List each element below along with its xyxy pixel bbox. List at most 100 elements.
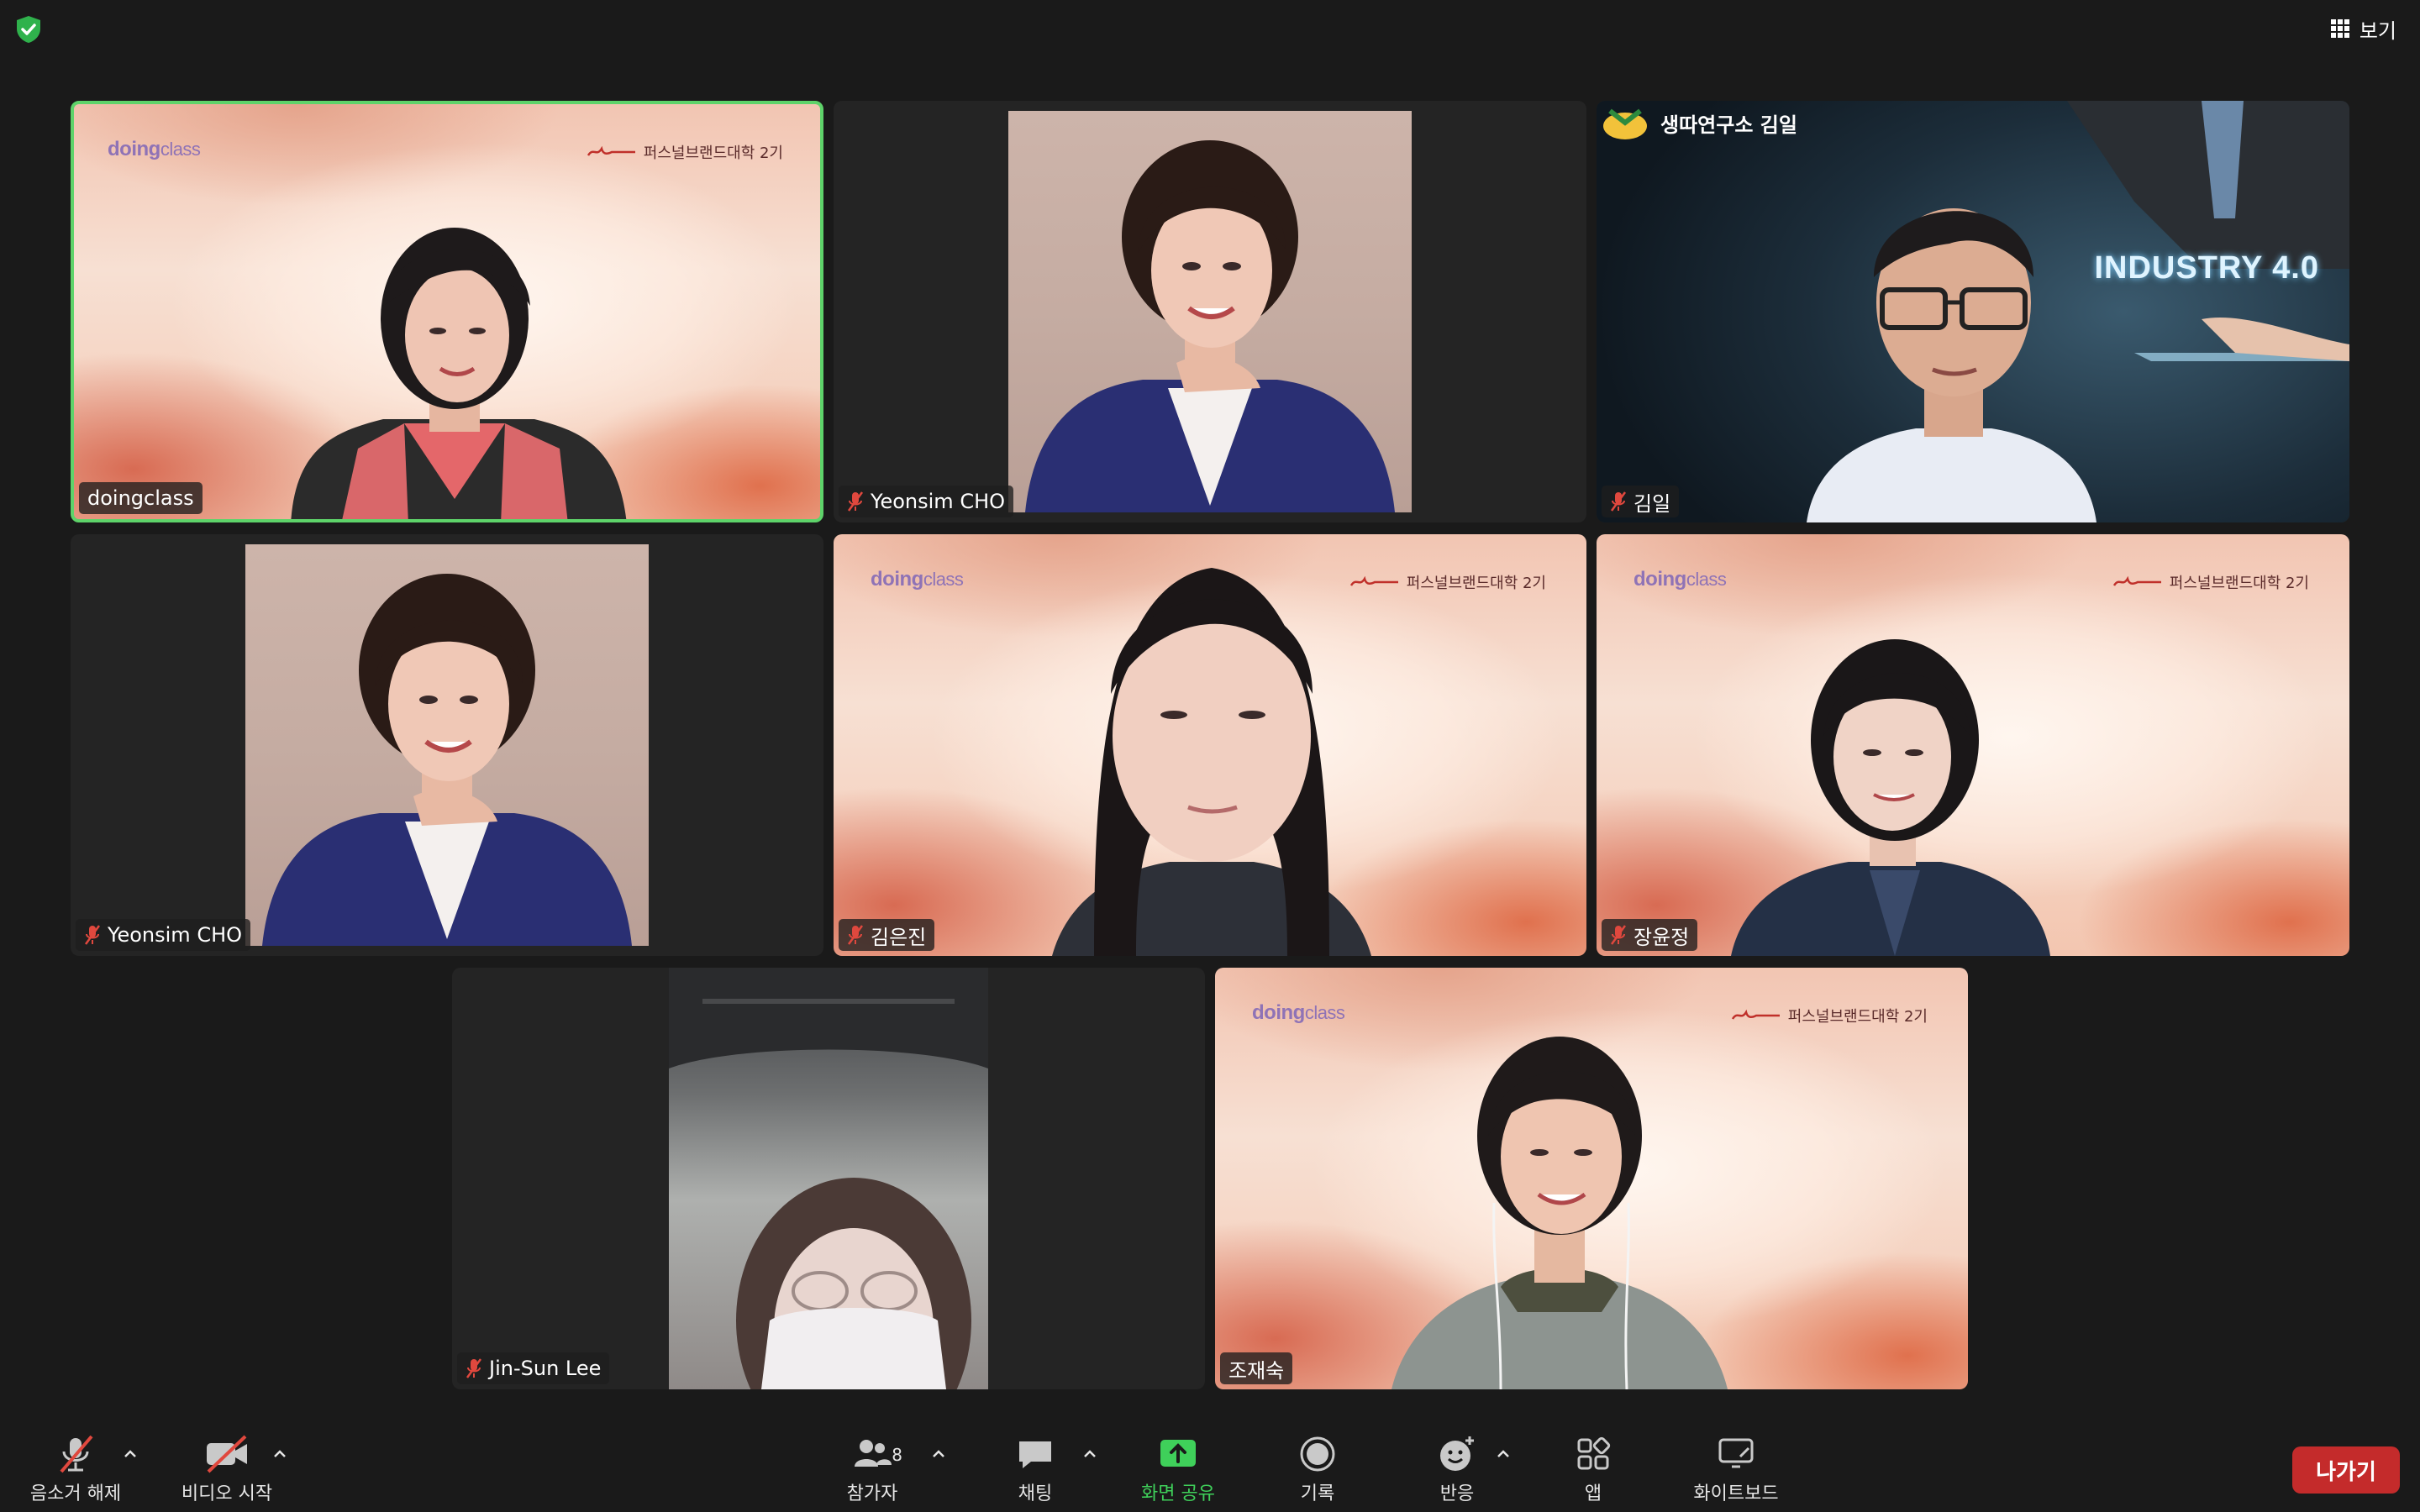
top-bar: 보기 — [0, 0, 2420, 59]
brand-text: doing — [108, 138, 160, 160]
record-button[interactable]: 기록 — [1259, 1433, 1376, 1505]
participant-photo-woman — [1025, 140, 1395, 512]
participant-name-tag: Jin-Sun Lee — [457, 1352, 610, 1384]
muted-mic-icon — [1610, 925, 1627, 945]
audio-options-chevron-icon[interactable] — [121, 1445, 139, 1463]
video-tile-jin-sun-lee[interactable]: Jin-Sun Lee — [452, 968, 1205, 1389]
share-screen-label: 화면 공유 — [1141, 1483, 1215, 1504]
muted-mic-icon — [466, 1358, 482, 1378]
brand-text-thin: class — [160, 139, 201, 160]
participant-name-tag: 장윤정 — [1602, 919, 1698, 951]
share-screen-icon — [1160, 1440, 1196, 1467]
chat-options-chevron-icon[interactable] — [1081, 1445, 1099, 1463]
mic-off-icon — [60, 1435, 93, 1473]
video-tile-kim-il[interactable]: 생따연구소 김일 INDUSTRY 4.0 김일 — [1597, 101, 2349, 522]
brand-text: doing — [1634, 568, 1686, 591]
program-mark-icon — [587, 145, 635, 156]
reactions-options-chevron-icon[interactable] — [1494, 1445, 1512, 1463]
video-tile-yeonsim-cho[interactable]: Yeonsim CHO — [834, 101, 1586, 522]
participant-name: Yeonsim CHO — [871, 490, 1006, 513]
brand-text: doing — [871, 568, 923, 591]
security-shield-icon[interactable] — [15, 15, 42, 44]
unmute-label: 음소거 해제 — [29, 1483, 122, 1504]
muted-mic-icon — [847, 925, 864, 945]
muted-mic-icon — [847, 491, 864, 512]
participant-video-woman — [1392, 1037, 1728, 1389]
program-label: 퍼스널브랜드대학 2기 — [587, 141, 783, 163]
view-label: 보기 — [2359, 18, 2396, 43]
industry-banner: INDUSTRY 4.0 — [2094, 250, 2319, 286]
program-text: 퍼스널브랜드대학 2기 — [1406, 575, 1546, 592]
participant-name-tag: Yeonsim CHO — [76, 919, 251, 951]
whiteboard-label: 화이트보드 — [1693, 1483, 1779, 1504]
brand-text: doing — [1252, 1001, 1305, 1024]
program-text: 퍼스널브랜드대학 2기 — [1787, 1008, 1928, 1026]
whiteboard-button[interactable]: 화이트보드 — [1677, 1433, 1795, 1505]
video-tile-kim-eunjin[interactable]: doingclass 퍼스널브랜드대학 2기 김은진 — [834, 534, 1586, 956]
chat-label: 채팅 — [1018, 1483, 1053, 1504]
reactions-smiley-icon — [1440, 1436, 1474, 1471]
participant-video-woman-masked — [669, 968, 988, 1389]
start-video-button[interactable]: 비디오 시작 — [168, 1433, 286, 1505]
reactions-label: 반응 — [1439, 1483, 1475, 1504]
participants-count: 8 — [892, 1445, 902, 1465]
program-label: 퍼스널브랜드대학 2기 — [2112, 571, 2309, 593]
lab-logo: 생따연구소 김일 — [1600, 102, 1797, 143]
program-text: 퍼스널브랜드대학 2기 — [2169, 575, 2309, 592]
brand-text-thin: class — [923, 569, 964, 590]
video-off-icon — [207, 1435, 247, 1473]
participant-video-woman — [1052, 568, 1371, 956]
reactions-button[interactable]: 반응 — [1398, 1433, 1516, 1505]
chat-button[interactable]: 채팅 — [976, 1433, 1094, 1505]
program-mark-icon — [2112, 575, 2161, 586]
profile-photo — [245, 544, 649, 946]
participant-photo-woman — [262, 574, 632, 946]
video-options-chevron-icon[interactable] — [271, 1445, 289, 1463]
participant-name-tag: 조재숙 — [1220, 1352, 1293, 1384]
program-text: 퍼스널브랜드대학 2기 — [643, 144, 783, 162]
participant-video-man — [1807, 208, 2096, 522]
video-tile-cho-jaesook[interactable]: doingclass 퍼스널브랜드대학 2기 조재숙 — [1215, 968, 1968, 1389]
participant-name: 김일 — [1634, 491, 1671, 516]
grid-view-icon — [2330, 19, 2349, 38]
participants-label: 참가자 — [846, 1483, 898, 1504]
participant-name: doingclass — [87, 486, 194, 510]
muted-mic-icon — [84, 925, 101, 945]
brand-text-thin: class — [1304, 1002, 1345, 1023]
participant-name: Jin-Sun Lee — [489, 1357, 602, 1380]
doingclass-logo: doingclass — [1252, 1001, 1345, 1025]
participant-name-tag: 김일 — [1602, 486, 1680, 517]
apps-button[interactable]: 앱 — [1534, 1433, 1652, 1505]
participant-video-woman — [1731, 639, 2050, 956]
lab-logo-icon — [1603, 108, 1647, 139]
meeting-toolbar: 음소거 해제 비디오 시작 8 참가자 채팅 화면 공유 기록 반응 앱 화이트… — [0, 1423, 2420, 1512]
participants-button[interactable]: 8 참가자 — [813, 1433, 931, 1505]
participant-name-tag: Yeonsim CHO — [839, 486, 1014, 517]
participants-options-chevron-icon[interactable] — [929, 1445, 948, 1463]
video-tile-doingclass[interactable]: doingclass 퍼스널브랜드대학 2기 doingclass — [71, 101, 823, 522]
unmute-button[interactable]: 음소거 해제 — [17, 1433, 134, 1505]
apps-icon — [1577, 1436, 1611, 1470]
participant-name-tag: 김은진 — [839, 919, 935, 951]
participant-name-tag: doingclass — [79, 482, 203, 514]
start-video-label: 비디오 시작 — [181, 1483, 273, 1504]
profile-photo — [1008, 111, 1412, 512]
doingclass-logo: doingclass — [108, 138, 201, 161]
participant-name: 김은진 — [871, 925, 927, 949]
share-screen-button[interactable]: 화면 공유 — [1119, 1433, 1237, 1505]
view-button[interactable]: 보기 — [2330, 12, 2396, 45]
participant-name: 장윤정 — [1634, 925, 1690, 949]
video-tile-yeonsim-cho-2[interactable]: Yeonsim CHO — [71, 534, 823, 956]
whiteboard-icon — [1718, 1438, 1754, 1468]
participant-name: 조재숙 — [1228, 1358, 1285, 1383]
leave-button[interactable]: 나가기 — [2292, 1446, 2400, 1494]
doingclass-logo: doingclass — [1634, 568, 1727, 591]
participants-icon — [855, 1440, 892, 1467]
participant-name: Yeonsim CHO — [108, 923, 243, 947]
lab-logo-text: 생따연구소 김일 — [1660, 113, 1797, 137]
video-tile-jang-yoonjung[interactable]: doingclass 퍼스널브랜드대학 2기 장윤정 — [1597, 534, 2349, 956]
apps-label: 앱 — [1584, 1483, 1602, 1504]
chat-icon — [1019, 1441, 1051, 1468]
participant-video-woman — [291, 228, 627, 519]
record-icon — [1300, 1436, 1335, 1472]
